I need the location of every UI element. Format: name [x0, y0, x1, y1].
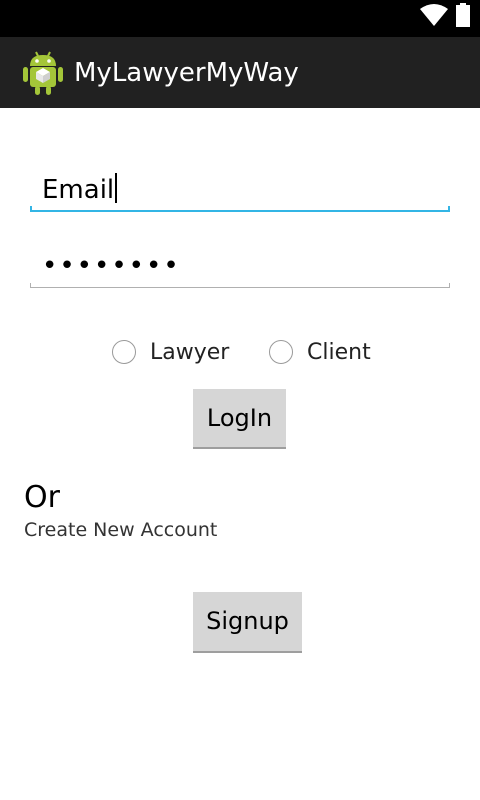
wifi-icon: [420, 4, 448, 26]
password-field[interactable]: ••••••••: [30, 244, 450, 288]
status-bar: [0, 0, 480, 37]
email-underline: [30, 206, 450, 212]
app-title: MyLawyerMyWay: [74, 58, 299, 88]
login-form: Email •••••••• Lawyer Client LogIn Or Cr…: [0, 108, 480, 800]
radio-client[interactable]: Client: [269, 338, 389, 368]
radio-circle-icon[interactable]: [112, 340, 136, 364]
action-bar: MyLawyerMyWay: [0, 37, 480, 108]
email-field[interactable]: Email: [30, 166, 450, 212]
radio-client-label[interactable]: Client: [307, 338, 371, 368]
signup-button[interactable]: Signup: [193, 592, 302, 653]
password-value: ••••••••: [42, 251, 181, 281]
battery-icon: [456, 3, 470, 27]
email-value: Email: [42, 175, 115, 205]
password-underline: [30, 283, 450, 288]
or-label: Or: [24, 480, 60, 515]
role-radio-group: Lawyer Client: [112, 338, 392, 368]
text-cursor: [115, 173, 118, 203]
login-button[interactable]: LogIn: [193, 389, 286, 449]
radio-circle-icon[interactable]: [269, 340, 293, 364]
radio-lawyer-label[interactable]: Lawyer: [150, 338, 229, 368]
android-icon[interactable]: [22, 50, 64, 96]
radio-lawyer[interactable]: Lawyer: [112, 338, 242, 368]
create-account-label: Create New Account: [24, 519, 218, 541]
